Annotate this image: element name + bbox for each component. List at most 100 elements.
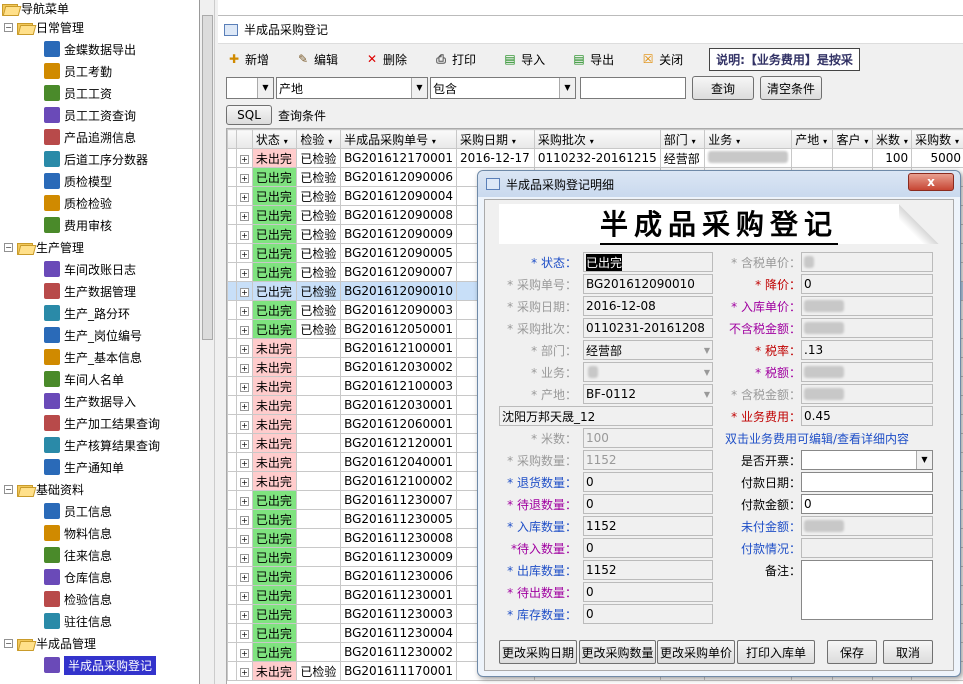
nav-item[interactable]: 生产数据管理: [0, 280, 199, 302]
column-header[interactable]: 采购数 ▾: [911, 129, 963, 149]
nav-item[interactable]: 员工工资: [0, 82, 199, 104]
dialog-button-1[interactable]: 更改采购数量: [579, 640, 656, 664]
field-value[interactable]: 0.45: [801, 406, 933, 426]
pay-date-input[interactable]: [801, 472, 933, 492]
nav-item[interactable]: 生产_路分环: [0, 302, 199, 324]
field-value[interactable]: BG201612090010: [583, 274, 713, 294]
expand-icon[interactable]: +: [239, 174, 249, 183]
nav-item[interactable]: 费用审核: [0, 214, 199, 236]
field-value[interactable]: 0: [583, 604, 713, 624]
expand-icon[interactable]: +: [239, 649, 249, 658]
column-header[interactable]: 半成品采购单号 ▾: [340, 129, 457, 149]
table-row[interactable]: + 未出完 已检验 BG201612170001 2016-12-17 0110232-2…: [227, 148, 963, 168]
field-value[interactable]: 1152: [583, 450, 713, 470]
expand-icon[interactable]: +: [239, 345, 249, 354]
pay-amount-input[interactable]: 0: [801, 494, 933, 514]
column-header[interactable]: 米数 ▾: [871, 129, 913, 149]
dialog-button-2[interactable]: 更改采购单价: [657, 640, 735, 664]
nav-item[interactable]: 员工工资查询: [0, 104, 199, 126]
unpaid-value[interactable]: [801, 516, 933, 536]
dialog-button-4[interactable]: 保存: [827, 640, 877, 664]
dialog-close-button[interactable]: x: [908, 173, 954, 191]
nav-item[interactable]: 仓库信息: [0, 566, 199, 588]
nav-group-2[interactable]: − 基础资料: [0, 478, 199, 500]
expand-icon[interactable]: +: [239, 592, 249, 601]
expand-icon[interactable]: +: [239, 516, 249, 525]
expand-icon[interactable]: +: [239, 668, 249, 677]
query-button[interactable]: 查询: [692, 76, 754, 100]
field-value[interactable]: [801, 318, 933, 338]
expand-icon[interactable]: +: [239, 611, 249, 620]
nav-item[interactable]: 生产通知单: [0, 456, 199, 478]
expand-icon[interactable]: +: [239, 250, 249, 259]
nav-item[interactable]: 员工考勤: [0, 60, 199, 82]
expand-icon[interactable]: +: [239, 459, 249, 468]
column-header[interactable]: 客户 ▾: [832, 129, 873, 149]
field-value[interactable]: .13: [801, 340, 933, 360]
nav-item[interactable]: 生产_岗位编号: [0, 324, 199, 346]
collapse-icon[interactable]: −: [4, 242, 13, 252]
column-header[interactable]: 检验 ▾: [296, 129, 342, 149]
field-value[interactable]: 0: [583, 472, 713, 492]
field-value[interactable]: BF-0112 ▼: [583, 384, 713, 404]
field-value[interactable]: 0110231-20161208: [583, 318, 713, 338]
filter-operator-select[interactable]: 包含 ▼: [430, 77, 576, 99]
field-value[interactable]: 0: [583, 538, 713, 558]
nav-item[interactable]: 生产加工结果查询: [0, 412, 199, 434]
expand-icon[interactable]: +: [239, 421, 249, 430]
collapse-icon[interactable]: −: [4, 484, 13, 494]
invoice-select[interactable]: ▼: [801, 450, 933, 470]
dialog-button-3[interactable]: 打印入库单: [737, 640, 815, 664]
field-value[interactable]: [801, 252, 933, 272]
field-value[interactable]: [801, 384, 933, 404]
nav-item[interactable]: 驻往信息: [0, 610, 199, 632]
field-value[interactable]: 100: [583, 428, 713, 448]
clear-conditions-button[interactable]: 清空条件: [760, 76, 822, 100]
field-value[interactable]: 1152: [583, 516, 713, 536]
pay-status-value[interactable]: [801, 538, 933, 558]
nav-item[interactable]: 往来信息: [0, 544, 199, 566]
filter-logic-select[interactable]: ▼: [226, 77, 274, 99]
nav-scrollbar-thumb[interactable]: [202, 15, 213, 340]
expand-icon[interactable]: +: [239, 497, 249, 506]
field-value[interactable]: 0: [801, 274, 933, 294]
nav-item[interactable]: 检验信息: [0, 588, 199, 610]
expand-icon[interactable]: +: [239, 155, 249, 164]
nav-item[interactable]: 生产核算结果查询: [0, 434, 199, 456]
expand-icon[interactable]: +: [239, 307, 249, 316]
field-value[interactable]: 经营部 ▼: [583, 340, 713, 360]
field-value[interactable]: 0: [583, 494, 713, 514]
field-value[interactable]: [801, 362, 933, 382]
field-value[interactable]: 已出完: [583, 252, 713, 272]
expand-icon[interactable]: +: [239, 554, 249, 563]
nav-item[interactable]: 半成品采购登记: [0, 654, 199, 676]
field-value[interactable]: 1152: [583, 560, 713, 580]
collapse-icon[interactable]: −: [4, 22, 13, 32]
column-header[interactable]: 业务 ▾: [704, 129, 793, 149]
expand-icon[interactable]: +: [239, 231, 249, 240]
column-header[interactable]: 产地 ▾: [791, 129, 834, 149]
expand-icon[interactable]: +: [239, 402, 249, 411]
collapse-icon[interactable]: −: [4, 638, 13, 648]
expand-icon[interactable]: +: [239, 364, 249, 373]
filter-field-select[interactable]: 产地 ▼: [276, 77, 428, 99]
dialog-button-5[interactable]: 取消: [883, 640, 933, 664]
column-header[interactable]: 采购日期 ▾: [456, 129, 535, 149]
field-value[interactable]: 2016-12-08: [583, 296, 713, 316]
column-header[interactable]: 部门 ▾: [659, 129, 706, 149]
nav-item[interactable]: 车间改账日志: [0, 258, 199, 280]
field-value[interactable]: 0: [583, 582, 713, 602]
nav-item[interactable]: 员工信息: [0, 500, 199, 522]
nav-group-1[interactable]: − 生产管理: [0, 236, 199, 258]
nav-item[interactable]: 物料信息: [0, 522, 199, 544]
import-button[interactable]: ▤ 导入: [502, 51, 545, 68]
dialog-button-0[interactable]: 更改采购日期: [499, 640, 577, 664]
nav-item[interactable]: 生产数据导入: [0, 390, 199, 412]
expand-icon[interactable]: +: [239, 630, 249, 639]
nav-group-0[interactable]: − 日常管理: [0, 16, 199, 38]
edit-button[interactable]: ✎ 编辑: [295, 51, 338, 68]
new-button[interactable]: ✚ 新增: [226, 51, 269, 68]
expand-icon[interactable]: +: [239, 440, 249, 449]
export-button[interactable]: ▤ 导出: [571, 51, 614, 68]
sql-button[interactable]: SQL: [226, 105, 272, 125]
